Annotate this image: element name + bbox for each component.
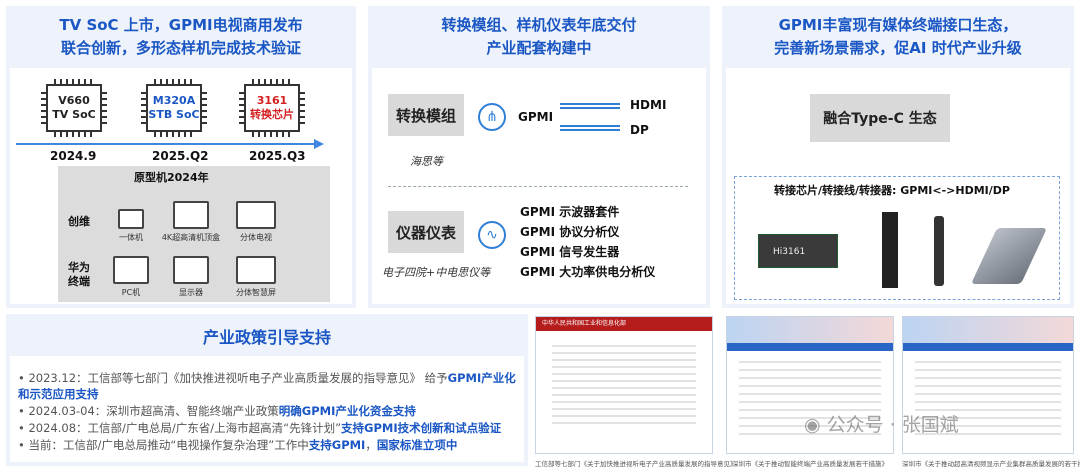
device-pc: PC机 xyxy=(106,256,156,298)
policy-panel: 产业政策引导支持 • 2023.12：工信部等七部门《加快推进视听电子产业高质量… xyxy=(6,314,528,466)
vendor-skyworth: 创维 xyxy=(68,215,90,228)
device-label: 显示器 xyxy=(179,288,203,297)
policy-text: 2024.08：工信部/广电总局/广东省/上海市超高清“先锋计划” xyxy=(28,421,342,435)
panel-title-line2: 联合创新，多形态样机完成技术验证 xyxy=(60,39,301,57)
divider xyxy=(388,186,688,187)
device-monitor: 显示器 xyxy=(161,256,221,298)
dp-label: DP xyxy=(630,123,649,137)
wave-icon: ∿ xyxy=(478,221,506,249)
chip-label: 转换芯片 xyxy=(250,108,294,121)
policy-title: 产业政策引导支持 xyxy=(202,328,331,347)
doc-header: 中华人民共和国工业和信息化部 xyxy=(536,317,712,331)
typec-box: 融合Type-C 生态 xyxy=(810,94,950,142)
instrument-item: GPMI 信号发生器 xyxy=(520,245,620,259)
device-all-in-one: 一体机 xyxy=(106,201,156,243)
policy-item: • 2024.08：工信部/广电总局/广东省/上海市超高清“先锋计划”支持GPM… xyxy=(18,421,502,435)
circuit-icon: ⋔ xyxy=(478,103,506,131)
instrument-item: GPMI 协议分析仪 xyxy=(520,225,620,239)
policy-text: 当前：工信部/广电总局推动“电视操作复杂治理”工作中 xyxy=(28,438,309,452)
chip-label: M320A xyxy=(152,94,196,107)
doc-caption: 深圳市《关于推动超高清视频显示产业集群高质量发展的若干措施》 xyxy=(902,460,1080,468)
chip-label: TV SoC xyxy=(52,108,96,121)
policy-highlight: 支持GPMI xyxy=(308,438,366,452)
all-in-one-icon xyxy=(118,209,144,229)
date-label: 2025.Q2 xyxy=(152,149,209,163)
prototype-title: 原型机2024年 xyxy=(134,171,209,184)
tv-icon xyxy=(236,201,276,229)
policy-text: 2024.03-04：深圳市超高清、智能终端产业政策 xyxy=(28,404,279,418)
chip-m320a: M320A STB SoC xyxy=(141,79,207,137)
arrow-hdmi xyxy=(560,103,620,109)
gpmi-label: GPMI xyxy=(518,110,554,124)
date-label: 2025.Q3 xyxy=(249,149,306,163)
ecosystem-panel: 转换模组、样机仪表年底交付 产业配套构建中 转换模组 海思等 ⋔ GPMI HD… xyxy=(368,6,710,308)
device-smart-screen: 分体智慧屏 xyxy=(226,256,286,298)
policy-doc-miit: 中华人民共和国工业和信息化部 xyxy=(535,316,713,454)
policy-item: • 当前：工信部/广电总局推动“电视操作复杂治理”工作中支持GPMI，国家标准立… xyxy=(18,438,458,452)
policy-text: ， xyxy=(365,438,377,452)
vendor-huawei: 终端 xyxy=(68,275,90,288)
doc-banner xyxy=(727,317,893,343)
instrument-item: GPMI 大功率供电分析仪 xyxy=(520,265,656,279)
doc-caption: 工信部等七部门《关于加快推进视听电子产业高质量发展的指导意见》 xyxy=(535,460,737,468)
policy-highlight: 支持GPMI技术创新和试点验证 xyxy=(341,421,502,435)
panel-title-line1: TV SoC 上市，GPMI电视商用发布 xyxy=(59,16,303,34)
doc-body xyxy=(552,345,696,425)
doc-nav xyxy=(727,343,893,351)
device-label: PC机 xyxy=(121,288,141,297)
prototype-panel: TV SoC 上市，GPMI电视商用发布 联合创新，多形态样机完成技术验证 V6… xyxy=(6,6,356,308)
monitor-icon xyxy=(173,201,209,229)
doc-banner xyxy=(903,317,1073,343)
module-vendor: 海思等 xyxy=(410,155,443,168)
chip-mark: Hi3161 xyxy=(773,247,806,257)
doc-nav xyxy=(903,343,1073,351)
device-tv: 分体电视 xyxy=(226,201,286,243)
chip-3161: 3161 转换芯片 xyxy=(239,79,305,137)
device-label: 4K超高清机顶盒 xyxy=(161,233,221,242)
policy-item: • 2024.03-04：深圳市超高清、智能终端产业政策明确GPMI产业化资金支… xyxy=(18,404,416,418)
arrow-dp xyxy=(560,125,620,131)
cable-image xyxy=(862,212,982,288)
module-box: 转换模组 xyxy=(388,94,464,136)
panel-title-line1: 转换模组、样机仪表年底交付 xyxy=(441,16,637,34)
instrument-item: GPMI 示波器套件 xyxy=(520,205,620,219)
smart-screen-icon xyxy=(236,256,276,284)
chip-label: 3161 xyxy=(256,94,288,107)
date-label: 2024.9 xyxy=(50,149,97,163)
device-label: 分体智慧屏 xyxy=(236,288,276,297)
wechat-icon: ◉ xyxy=(804,414,827,436)
chip-label: STB SoC xyxy=(148,108,200,121)
device-stb: 4K超高清机顶盒 xyxy=(156,201,226,243)
arrow-head-icon xyxy=(314,139,324,149)
timeline-arrow xyxy=(16,143,316,145)
policy-highlight: 国家标准立项中 xyxy=(376,438,458,452)
watermark: ◉ 公众号 · 张国斌 xyxy=(804,410,959,437)
device-label: 分体电视 xyxy=(240,233,272,242)
panel-title-line2: 完善新场景需求，促AI 时代产业升级 xyxy=(774,39,1022,57)
policy-highlight: 明确GPMI产业化资金支持 xyxy=(278,404,416,418)
chip-v660: V660 TV SoC xyxy=(41,79,107,137)
instrument-vendor: 电子四院+中电思仪等 xyxy=(382,266,491,279)
panel-title-line2: 产业配套构建中 xyxy=(486,39,592,57)
adapter-chip-image: Hi3161 xyxy=(758,234,838,268)
products-title: 转接芯片/转接线/转接器: GPMI<->HDMI/DP xyxy=(774,184,1010,197)
interface-panel: GPMI丰富现有媒体终端接口生态， 完善新场景需求，促AI 时代产业升级 融合T… xyxy=(722,6,1074,308)
chip-label: V660 xyxy=(58,94,90,107)
hdmi-label: HDMI xyxy=(630,98,667,112)
doc-caption: 深圳市《关于推动智能终端产业高质量发展若干措施》 xyxy=(732,460,888,468)
policy-text: 2023.12：工信部等七部门《加快推进视听电子产业高质量发展的指导意见》 给予 xyxy=(28,371,448,385)
device-label: 一体机 xyxy=(119,233,143,242)
laptop-icon xyxy=(113,256,149,284)
policy-item: • 2023.12：工信部等七部门《加快推进视听电子产业高质量发展的指导意见》 … xyxy=(18,371,516,401)
panel-title-line1: GPMI丰富现有媒体终端接口生态， xyxy=(778,16,1018,34)
instrument-box: 仪器仪表 xyxy=(388,211,464,253)
monitor-icon xyxy=(173,256,209,284)
watermark-text: 公众号 · 张国斌 xyxy=(826,414,959,436)
